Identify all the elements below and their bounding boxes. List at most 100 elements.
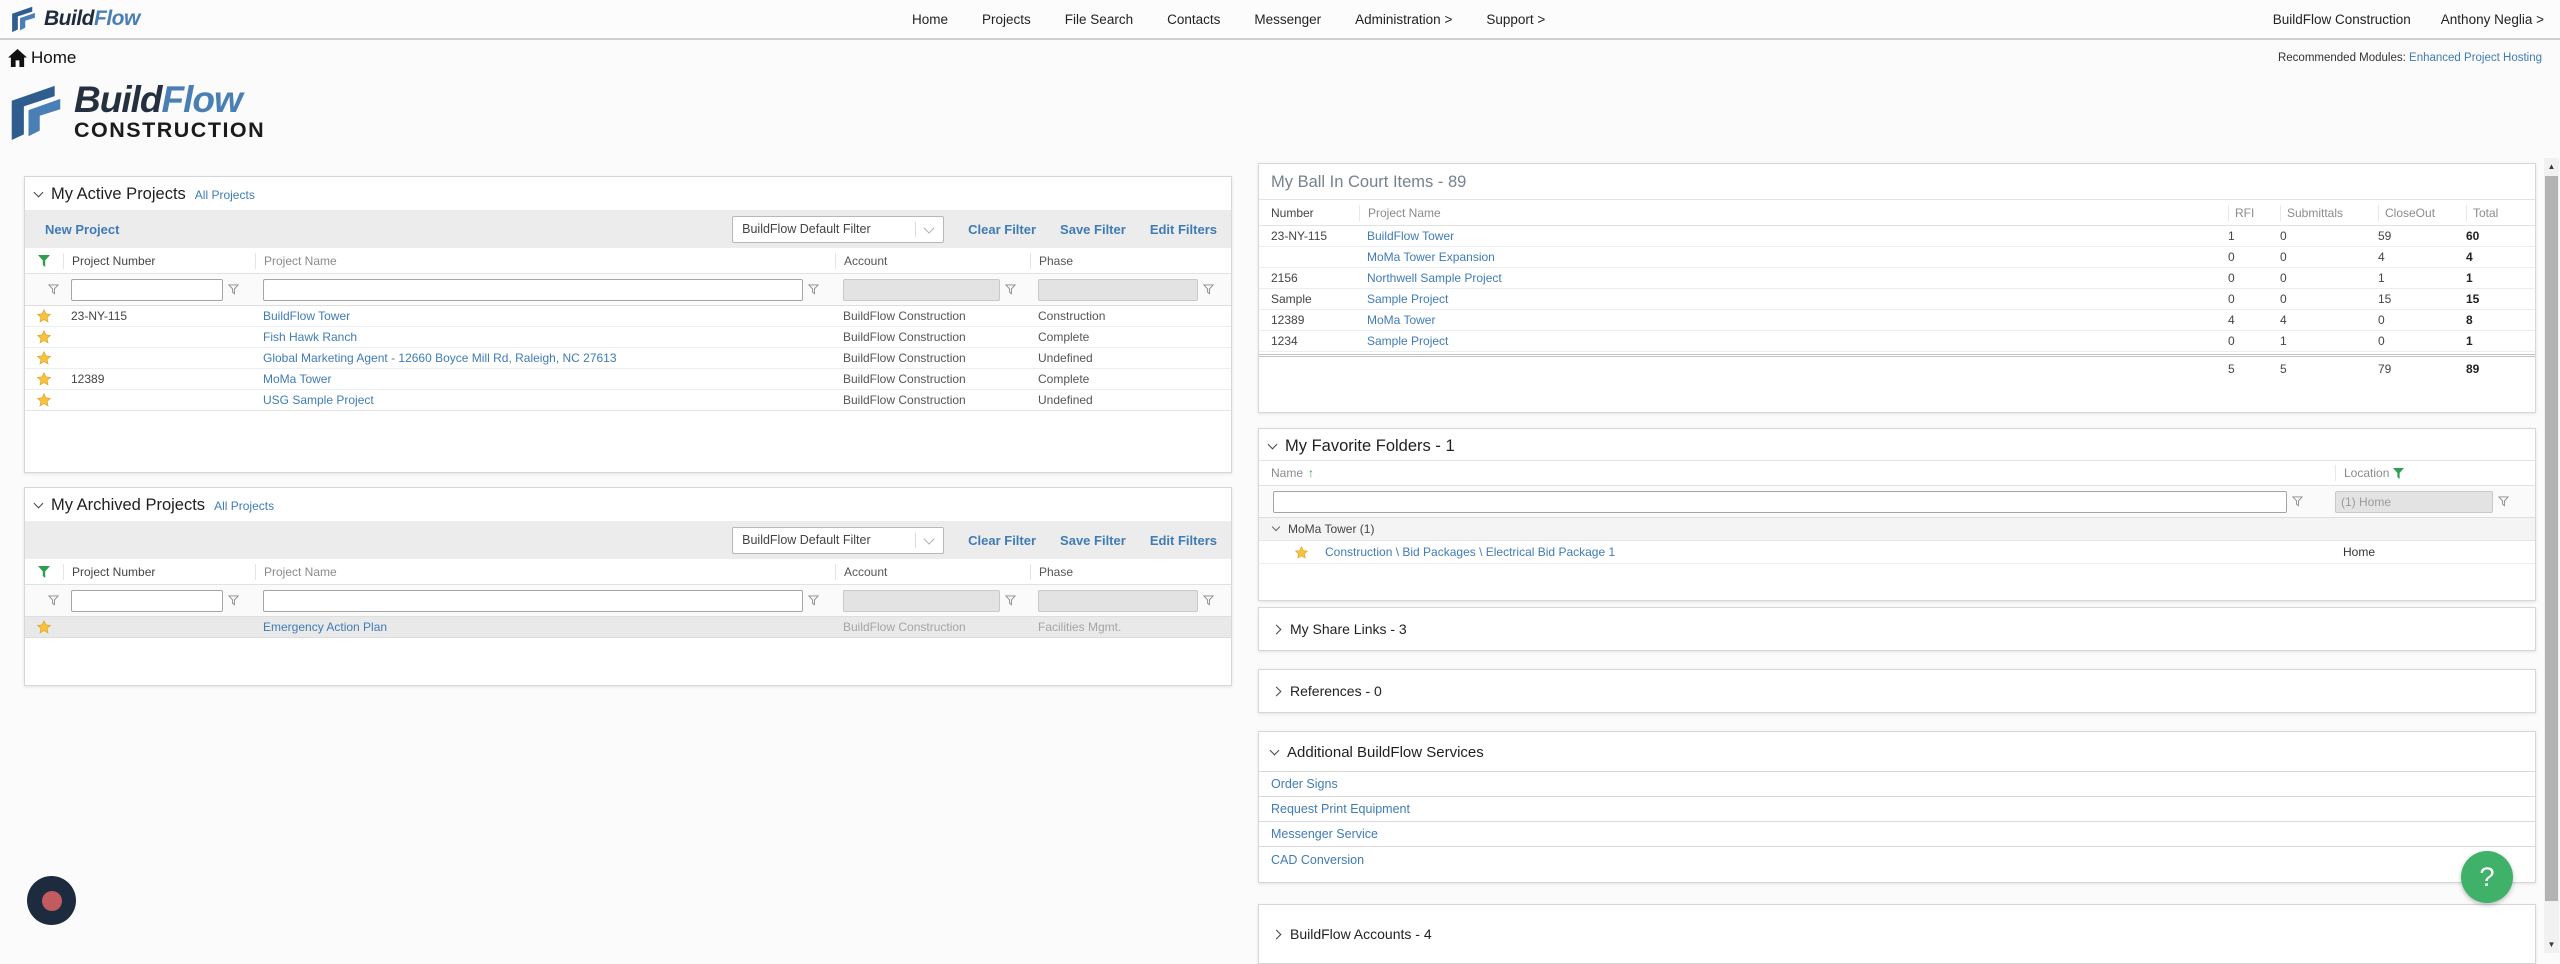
screen-record-button[interactable] — [27, 876, 76, 925]
all-projects-link[interactable]: All Projects — [214, 499, 274, 513]
project-name-link[interactable]: Global Marketing Agent - 12660 Boyce Mil… — [263, 351, 617, 365]
project-name-link[interactable]: Northwell Sample Project — [1367, 271, 1502, 285]
project-name-link[interactable]: USG Sample Project — [263, 393, 374, 407]
expand-chevron-icon[interactable] — [1272, 624, 1282, 634]
filter-funnel-icon[interactable] — [2493, 496, 2513, 507]
service-link[interactable]: Order Signs — [1271, 777, 1338, 791]
favorite-star-icon[interactable] — [1295, 546, 1308, 559]
nav-item[interactable]: Messenger — [1254, 12, 1321, 27]
column-header-total[interactable]: Total — [2466, 205, 2535, 221]
filter-funnel-green-icon[interactable] — [38, 566, 50, 578]
project-number-filter-input[interactable] — [71, 279, 223, 301]
service-link[interactable]: Request Print Equipment — [1271, 802, 1410, 816]
filter-select[interactable]: BuildFlow Default Filter — [732, 216, 944, 243]
all-projects-link[interactable]: All Projects — [195, 188, 255, 202]
filter-funnel-icon[interactable] — [43, 284, 63, 295]
filter-funnel-icon[interactable] — [223, 284, 243, 295]
expand-chevron-icon[interactable] — [1272, 929, 1282, 939]
nav-item[interactable]: Support > — [1486, 12, 1545, 27]
breadcrumb[interactable]: Home — [8, 48, 76, 68]
column-header-project-name[interactable]: Project Name — [1359, 205, 2228, 221]
filter-funnel-icon[interactable] — [223, 595, 243, 606]
nav-company[interactable]: BuildFlow Construction — [2273, 12, 2411, 27]
nav-user-menu[interactable]: Anthony Neglia > — [2441, 12, 2544, 27]
column-header-submittals[interactable]: Submittals — [2280, 205, 2378, 221]
share-links-card[interactable]: My Share Links - 3 — [1258, 607, 2536, 651]
clear-filter-link[interactable]: Clear Filter — [968, 533, 1036, 548]
filter-funnel-icon[interactable] — [1198, 284, 1218, 295]
column-header-rfi[interactable]: RFI — [2228, 205, 2280, 221]
references-card[interactable]: References - 0 — [1258, 669, 2536, 713]
nav-item[interactable]: Projects — [982, 12, 1031, 27]
nav-item[interactable]: File Search — [1065, 12, 1133, 27]
collapse-chevron-icon[interactable] — [1268, 440, 1278, 450]
folder-group-row[interactable]: MoMa Tower (1) — [1259, 518, 2535, 541]
project-name-link[interactable]: BuildFlow Tower — [263, 309, 350, 323]
nav-item[interactable]: Home — [912, 12, 948, 27]
nav-item[interactable]: Administration > — [1355, 12, 1452, 27]
filter-funnel-green-icon[interactable] — [2393, 468, 2404, 479]
filter-funnel-green-icon[interactable] — [38, 255, 50, 267]
project-name-link[interactable]: Fish Hawk Ranch — [263, 330, 357, 344]
column-header-phase[interactable]: Phase — [1030, 253, 1231, 269]
buildflow-accounts-card[interactable]: BuildFlow Accounts - 4 — [1258, 904, 2536, 964]
scrollbar-thumb[interactable] — [2545, 176, 2558, 901]
help-button[interactable]: ? — [2461, 851, 2513, 903]
recommended-link[interactable]: Enhanced Project Hosting — [2409, 52, 2542, 64]
favorite-star-icon[interactable] — [37, 309, 51, 323]
favorite-star-icon[interactable] — [37, 330, 51, 344]
favorite-star-icon[interactable] — [37, 372, 51, 386]
favorite-star-icon[interactable] — [37, 351, 51, 365]
project-name-link[interactable]: MoMa Tower Expansion — [1367, 250, 1495, 264]
favorite-star-icon[interactable] — [37, 620, 51, 634]
column-header-number[interactable]: Number — [1259, 206, 1359, 220]
new-project-link[interactable]: New Project — [45, 222, 119, 237]
column-header-project-number[interactable]: Project Number — [63, 564, 255, 580]
collapse-chevron-icon[interactable] — [1270, 746, 1280, 756]
column-header-phase[interactable]: Phase — [1030, 564, 1231, 580]
scroll-down-arrow[interactable]: ▼ — [2544, 937, 2559, 952]
project-number-filter-input[interactable] — [71, 590, 223, 612]
column-header-project-number[interactable]: Project Number — [63, 253, 255, 269]
expand-chevron-icon[interactable] — [1272, 686, 1282, 696]
folder-path-link[interactable]: Construction \ Bid Packages \ Electrical… — [1325, 545, 1615, 559]
project-name-link[interactable]: MoMa Tower — [1367, 313, 1435, 327]
folder-name-filter-input[interactable] — [1273, 491, 2287, 513]
vertical-scrollbar[interactable]: ▲ ▼ — [2544, 158, 2559, 953]
save-filter-link[interactable]: Save Filter — [1060, 222, 1126, 237]
collapse-chevron-icon[interactable] — [34, 188, 44, 198]
filter-funnel-icon[interactable] — [1198, 595, 1218, 606]
filter-funnel-icon[interactable] — [43, 595, 63, 606]
filter-select[interactable]: BuildFlow Default Filter — [732, 527, 944, 554]
project-name-link[interactable]: Sample Project — [1367, 292, 1448, 306]
column-header-account[interactable]: Account — [835, 564, 1030, 580]
nav-item[interactable]: Contacts — [1167, 12, 1220, 27]
column-header-name[interactable]: Name ↑ — [1259, 466, 2335, 480]
service-link[interactable]: Messenger Service — [1271, 827, 1378, 841]
filter-funnel-icon[interactable] — [803, 595, 823, 606]
edit-filters-link[interactable]: Edit Filters — [1150, 533, 1217, 548]
project-name-filter-input[interactable] — [263, 590, 803, 612]
column-header-account[interactable]: Account — [835, 253, 1030, 269]
project-name-link[interactable]: BuildFlow Tower — [1367, 229, 1454, 243]
save-filter-link[interactable]: Save Filter — [1060, 533, 1126, 548]
filter-funnel-icon[interactable] — [1000, 595, 1020, 606]
collapse-chevron-icon[interactable] — [1272, 523, 1280, 531]
filter-funnel-icon[interactable] — [803, 284, 823, 295]
filter-funnel-icon[interactable] — [1000, 284, 1020, 295]
project-name-link[interactable]: Sample Project — [1367, 334, 1448, 348]
column-header-closeout[interactable]: CloseOut — [2378, 205, 2466, 221]
edit-filters-link[interactable]: Edit Filters — [1150, 222, 1217, 237]
scroll-up-arrow[interactable]: ▲ — [2544, 159, 2559, 174]
clear-filter-link[interactable]: Clear Filter — [968, 222, 1036, 237]
filter-funnel-icon[interactable] — [2287, 496, 2307, 507]
service-link[interactable]: CAD Conversion — [1271, 853, 1364, 867]
collapse-chevron-icon[interactable] — [34, 499, 44, 509]
column-header-project-name[interactable]: Project Name — [255, 253, 835, 269]
project-name-link[interactable]: MoMa Tower — [263, 372, 331, 386]
column-header-location[interactable]: Location — [2335, 465, 2535, 481]
project-name-link[interactable]: Emergency Action Plan — [263, 620, 387, 634]
favorite-star-icon[interactable] — [37, 393, 51, 407]
brand-logo[interactable]: BuildFlow — [10, 5, 140, 33]
project-name-filter-input[interactable] — [263, 279, 803, 301]
